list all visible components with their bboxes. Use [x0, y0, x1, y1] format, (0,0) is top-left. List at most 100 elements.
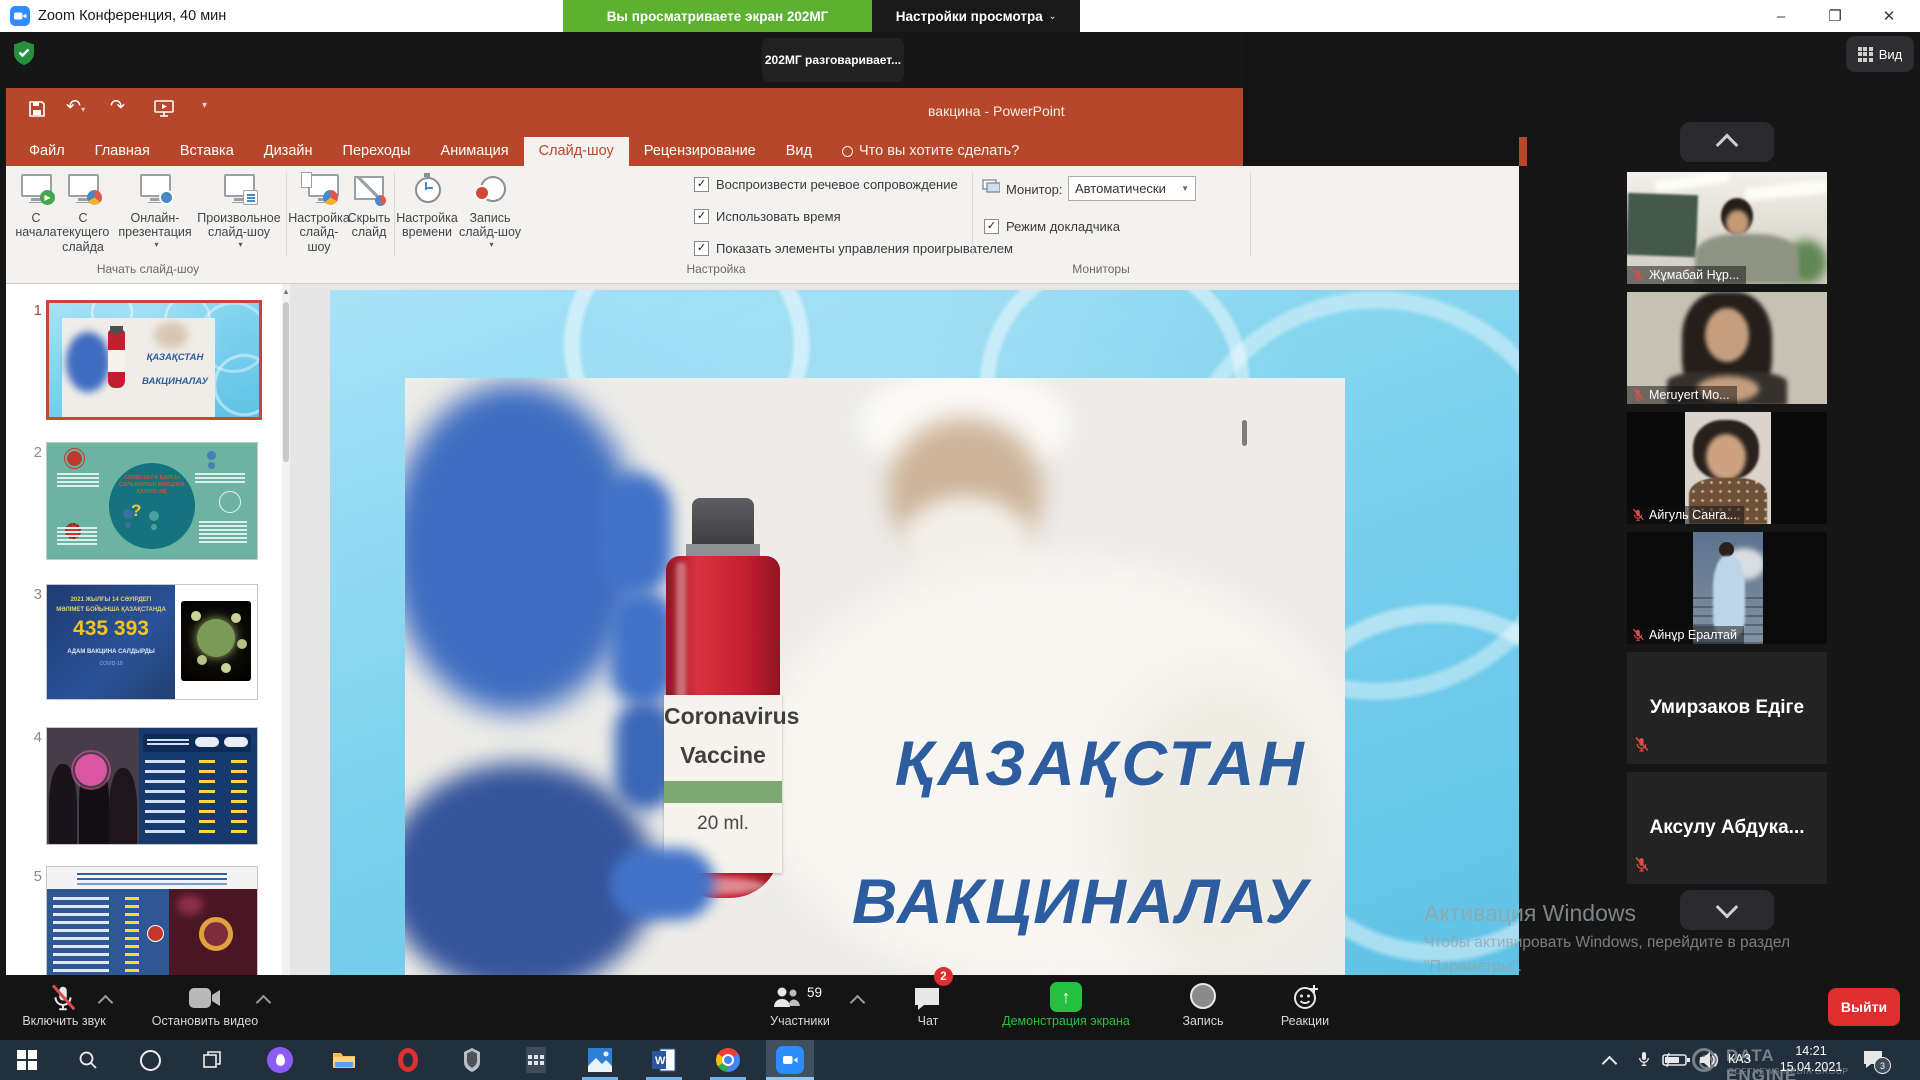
stop-video-button[interactable] [188, 985, 222, 1016]
chrome-icon[interactable] [706, 1040, 750, 1080]
mic-muted-icon [1631, 628, 1645, 642]
participant-tile[interactable]: Аксулу Абдука... [1627, 772, 1827, 884]
from-current-slide-button[interactable]: С текущего слайда [52, 171, 114, 271]
scrollbar-thumb[interactable] [283, 302, 289, 462]
decoration [123, 509, 133, 519]
notification-badge: 3 [1874, 1057, 1891, 1074]
participant-name: Жұмабай Нұр... [1649, 268, 1739, 282]
minimize-button[interactable]: – [1758, 0, 1804, 32]
panel-collapse-button[interactable] [1680, 122, 1774, 162]
tray-time[interactable]: 14:21 [1775, 1044, 1847, 1058]
security-shield-icon[interactable] [12, 40, 36, 71]
panel-expand-button[interactable] [1680, 890, 1774, 930]
view-settings-button[interactable]: Настройки просмотра ⌄ [872, 0, 1080, 32]
word-icon[interactable]: W [642, 1040, 686, 1080]
setup-slideshow-button[interactable]: Настройка слайд-шоу [290, 171, 348, 271]
hide-slide-icon [351, 171, 387, 207]
participant-tile[interactable]: Айгуль Санга... [1627, 412, 1827, 524]
opera-icon[interactable] [386, 1040, 430, 1080]
tray-volume-icon[interactable] [1698, 1050, 1720, 1075]
action-center-icon[interactable]: 3 [1862, 1049, 1884, 1074]
present-online-button[interactable]: Онлайн-презентация [116, 171, 194, 271]
participant-name-chip: Жұмабай Нұр... [1627, 266, 1746, 284]
checkbox-presenter-mode[interactable]: ✓ Режим докладчика [984, 219, 1120, 234]
group-divider [972, 172, 973, 256]
undo-dropdown-icon[interactable]: ▾ [81, 105, 85, 114]
save-icon[interactable] [28, 100, 46, 123]
tray-mic-icon[interactable] [1636, 1050, 1652, 1075]
start-button[interactable] [5, 1040, 49, 1080]
thumb1-title2: ВАКЦИНАЛАУ [132, 376, 218, 387]
decoration [1705, 308, 1749, 362]
calculator-icon[interactable] [514, 1040, 558, 1080]
thumbnail-slide-2[interactable]: COVID-19-ҒА ҚАРСЫ САЛЫНАТЫН ВАКЦИНА ҚАУІ… [46, 442, 258, 560]
gallery-view-button[interactable]: Вид [1846, 36, 1914, 72]
monitor-dropdown-value: Автоматически [1075, 181, 1166, 196]
participants-icon [772, 985, 802, 1011]
undo-icon[interactable]: ↶▾ [66, 96, 85, 117]
rehearse-timings-button[interactable]: Настройка времени [398, 171, 456, 271]
tab-insert[interactable]: Вставка [165, 137, 249, 166]
powerpoint-window: ↶▾ ↷ ▾ вакцина - PowerPoint Файл Главная… [6, 88, 1519, 975]
reactions-button[interactable] [1292, 983, 1320, 1016]
participant-tile[interactable]: Жұмабай Нұр... [1627, 172, 1827, 284]
record-button[interactable] [1190, 983, 1216, 1009]
windows-activation-watermark-line1: Чтобы активировать Windows, перейдите в … [1424, 934, 1790, 952]
hide-slide-button[interactable]: Скрыть слайд [346, 171, 392, 271]
thumbnail-slide-3[interactable]: 2021 ЖЫЛҒЫ 14 СӘУІРДЕГІ МӘЛІМЕТ БОЙЫНША … [46, 584, 258, 700]
participants-button[interactable]: 59 [772, 985, 822, 1011]
gear-icon [65, 523, 81, 539]
canvas-scrollbar-thumb[interactable] [1242, 420, 1247, 446]
decoration [1745, 180, 1827, 202]
tell-me-box[interactable]: Что вы хотите сделать? [827, 137, 1034, 166]
close-button[interactable]: ✕ [1866, 0, 1912, 32]
leave-button[interactable]: Выйти [1828, 988, 1900, 1026]
checkbox-use-timings[interactable]: ✓ Использовать время [694, 209, 841, 224]
participants-options-chevron[interactable] [850, 995, 866, 1011]
redo-icon[interactable]: ↷ [110, 96, 125, 117]
tray-expand-chevron[interactable] [1602, 1056, 1618, 1072]
photos-icon[interactable] [578, 1040, 622, 1080]
tab-animations[interactable]: Анимация [426, 137, 524, 166]
thumbnail-scrollbar[interactable]: ▲ [282, 284, 290, 975]
task-view-icon[interactable] [190, 1040, 234, 1080]
participant-tile[interactable]: Умирзаков Едіге [1627, 652, 1827, 764]
thumbnail-slide-1[interactable]: ҚАЗАҚСТАН ВАКЦИНАЛАУ [46, 300, 262, 420]
checkbox-play-narrations[interactable]: ✓ Воспроизвести речевое сопровождение [694, 177, 958, 192]
cortana-icon[interactable] [128, 1040, 172, 1080]
maximize-button[interactable]: ❐ [1812, 0, 1858, 32]
tray-date[interactable]: 15.04.2021 [1765, 1060, 1857, 1074]
setup-slideshow-icon [301, 171, 337, 207]
thumb3-line3: АДАМ ВАКЦИНА САЛДЫРДЫ [47, 649, 175, 655]
record-slideshow-button[interactable]: Запись слайд-шоу [458, 171, 522, 271]
tab-design[interactable]: Дизайн [249, 137, 328, 166]
tab-slideshow[interactable]: Слайд-шоу [524, 137, 629, 166]
custom-slideshow-button[interactable]: Произвольное слайд-шоу [196, 171, 282, 271]
monitor-dropdown[interactable]: Автоматически ▼ [1068, 176, 1196, 201]
file-explorer-icon[interactable] [322, 1040, 366, 1080]
qat-customize-icon[interactable]: ▾ [202, 100, 207, 111]
world-of-tanks-icon[interactable] [450, 1040, 494, 1080]
tray-battery-icon[interactable] [1662, 1053, 1690, 1072]
tray-language[interactable]: КАЗ [1728, 1052, 1751, 1066]
thumbnail-slide-5[interactable] [46, 866, 258, 984]
tab-review[interactable]: Рецензирование [629, 137, 771, 166]
start-slideshow-qat-icon[interactable] [154, 100, 174, 123]
tab-home[interactable]: Главная [80, 137, 165, 166]
share-screen-button[interactable]: ↑ [1050, 982, 1082, 1012]
tab-transitions[interactable]: Переходы [328, 137, 426, 166]
audio-options-chevron[interactable] [98, 995, 114, 1011]
tab-view[interactable]: Вид [771, 137, 827, 166]
participant-tile[interactable]: Meruyert Mo... [1627, 292, 1827, 404]
checkbox-show-media-controls[interactable]: ✓ Показать элементы управления проигрыва… [694, 241, 1013, 256]
yandex-disk-icon[interactable] [258, 1040, 302, 1080]
unmute-button[interactable] [48, 983, 78, 1018]
search-icon[interactable] [66, 1040, 110, 1080]
video-options-chevron[interactable] [256, 995, 272, 1011]
decoration [169, 889, 257, 983]
scroll-up-arrow[interactable]: ▲ [282, 284, 290, 300]
thumbnail-slide-4[interactable] [46, 727, 258, 845]
zoom-app-icon[interactable] [766, 1040, 814, 1080]
participant-tile[interactable]: Айнұр Ералтай [1627, 532, 1827, 644]
tab-file[interactable]: Файл [14, 137, 80, 166]
